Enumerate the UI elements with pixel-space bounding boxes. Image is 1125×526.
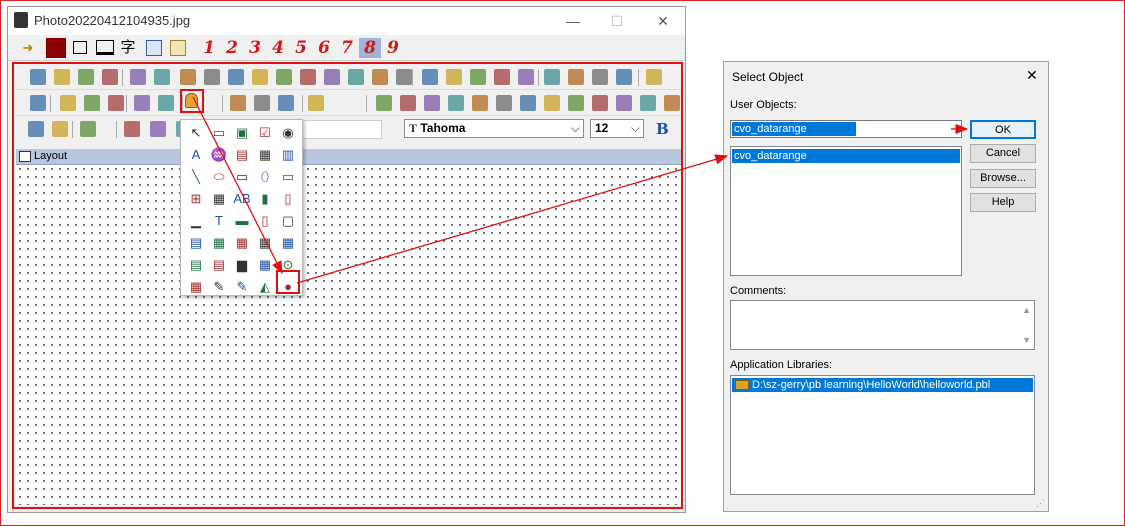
screenshot-stage: Photo20220412104935.jpg — ☐ ✕ ➜ 字 1 2 3 … (0, 0, 1125, 526)
arrow-to-list (296, 154, 729, 284)
annotation-arrows (192, 96, 969, 284)
arrow-to-palette (192, 96, 283, 275)
